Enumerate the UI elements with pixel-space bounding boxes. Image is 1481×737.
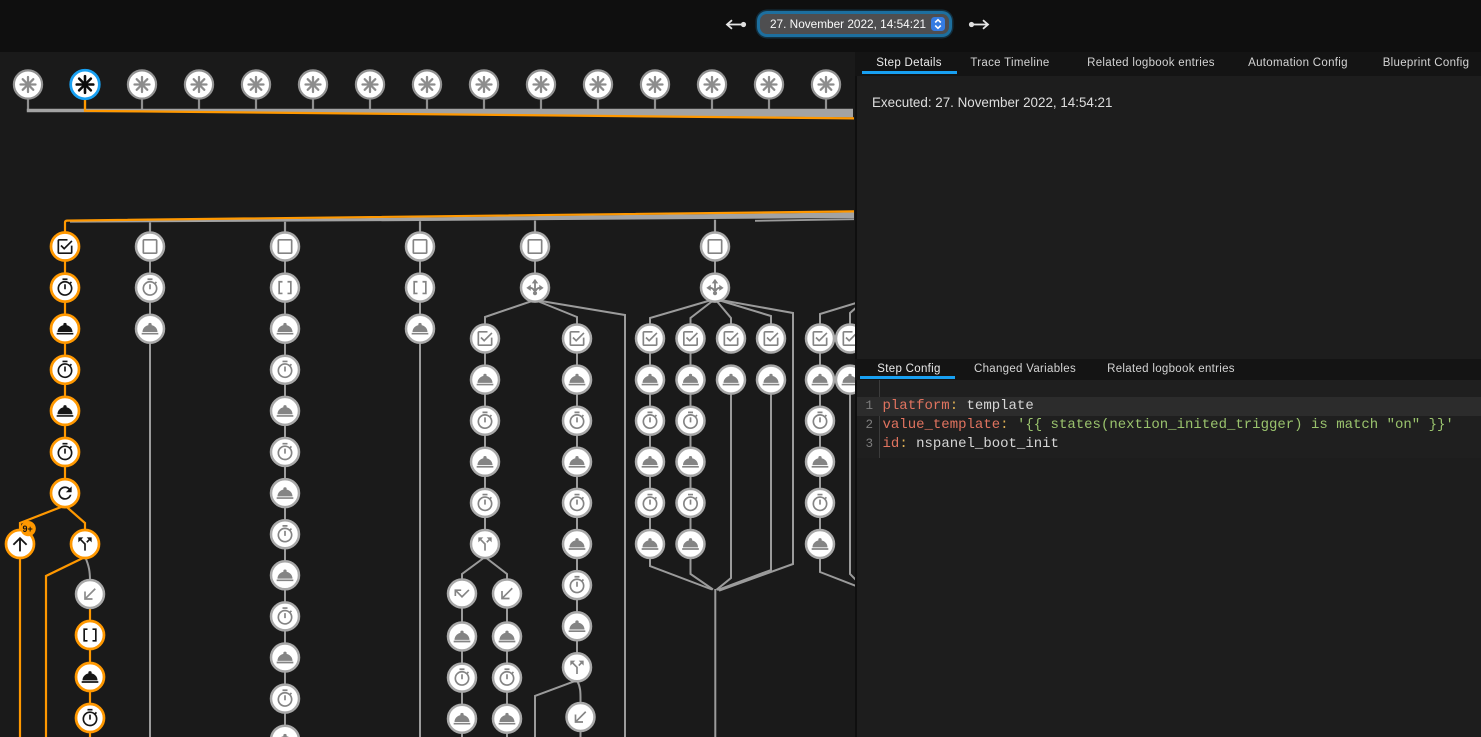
svg-text:9+: 9+	[22, 524, 32, 534]
